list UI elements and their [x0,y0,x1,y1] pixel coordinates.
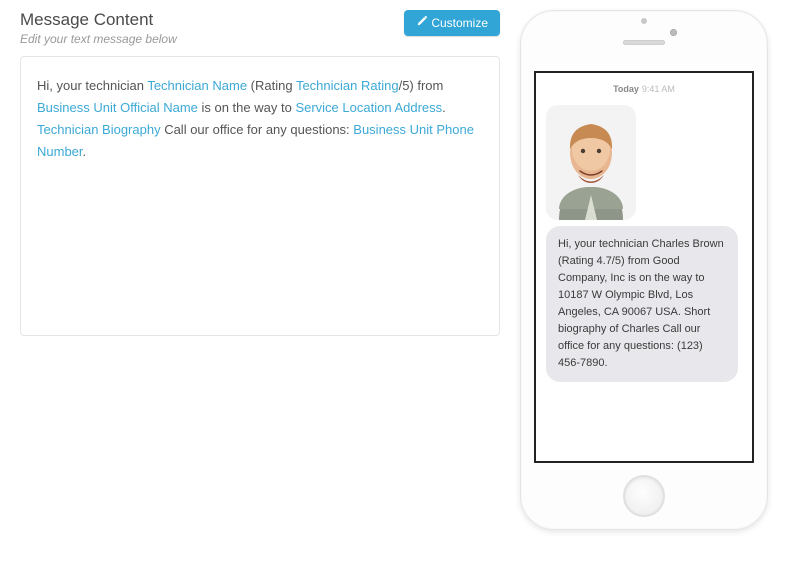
phone-screen: Today9:41 AM Hi, your technician C [534,71,754,463]
token-service-location-address[interactable]: Service Location Address [295,100,442,115]
token-business-unit-name[interactable]: Business Unit Official Name [37,100,198,115]
technician-avatar [546,105,636,220]
editor-text: is on the way to [198,100,296,115]
editor-text: Call our office for any questions: [161,122,354,137]
editor-text: . [442,100,446,115]
token-technician-rating[interactable]: Technician Rating [296,78,399,93]
editor-text: /5) from [399,78,444,93]
message-bubble: Hi, your technician Charles Brown (Ratin… [546,226,738,382]
phone-sensor-icon [641,18,647,24]
phone-top-hardware [521,11,767,69]
token-technician-name[interactable]: Technician Name [147,78,247,93]
message-date-label: Today [613,84,639,94]
page-title: Message Content [20,10,177,30]
message-content-panel: Message Content Edit your text message b… [20,10,500,530]
editor-text: (Rating [247,78,296,93]
token-technician-biography[interactable]: Technician Biography [37,122,161,137]
phone-preview: Today9:41 AM Hi, your technician C [520,10,768,530]
message-time: 9:41 AM [642,84,675,94]
phone-home-button-icon [623,475,665,517]
phone-speaker-icon [623,40,665,45]
page-subtitle: Edit your text message below [20,32,177,46]
message-editor[interactable]: Hi, your technician Technician Name (Rat… [20,56,500,336]
customize-button[interactable]: Customize [404,10,500,36]
pencil-icon [416,16,427,30]
avatar-icon [546,105,636,220]
editor-text: . [83,144,87,159]
message-timestamp: Today9:41 AM [536,73,752,101]
customize-button-label: Customize [431,16,488,30]
editor-text: Hi, your technician [37,78,147,93]
phone-camera-icon [670,29,677,36]
